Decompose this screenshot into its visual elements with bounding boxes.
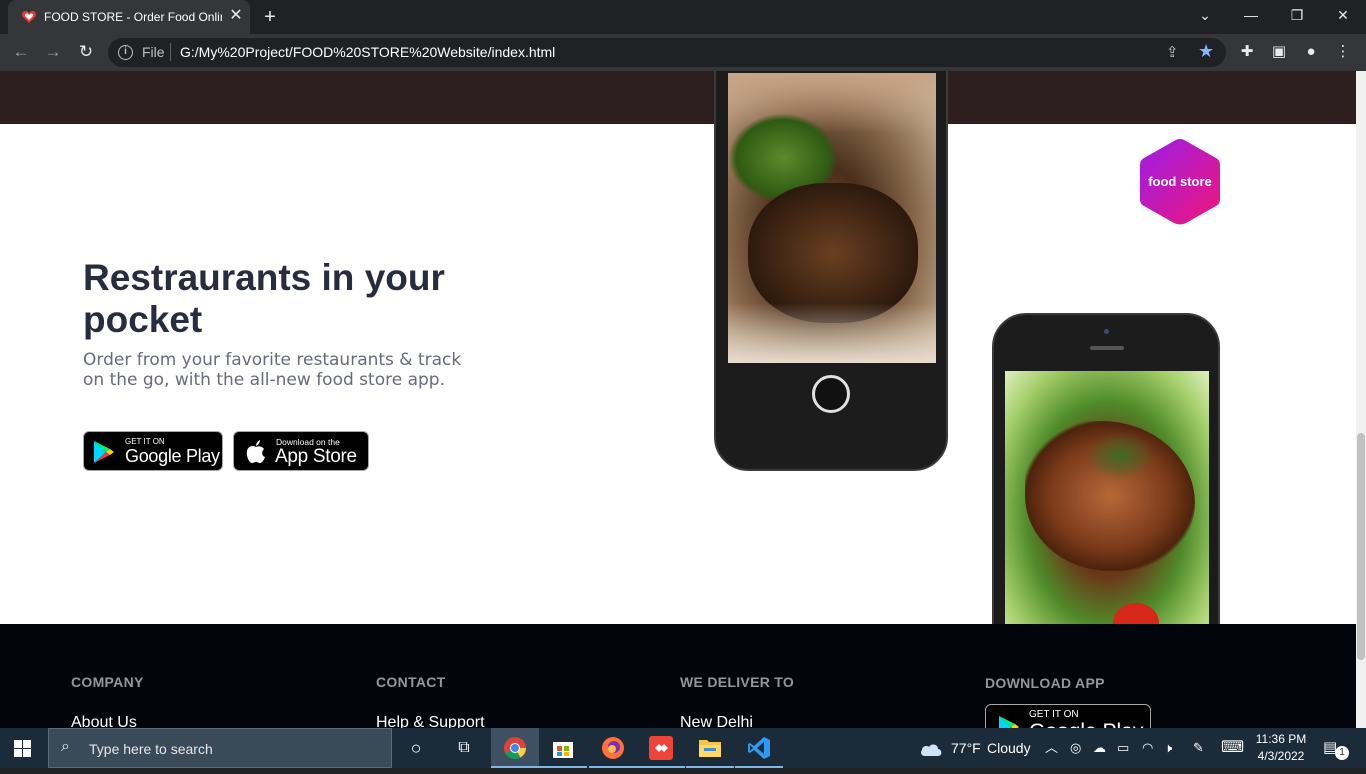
profile-icon[interactable]: ● xyxy=(1298,39,1324,65)
tab-search-icon[interactable]: ⌄ xyxy=(1182,0,1228,32)
taskbar-search-box[interactable]: ⌕ Type here to search xyxy=(48,728,392,768)
search-placeholder: Type here to search xyxy=(89,741,213,757)
back-icon[interactable]: ← xyxy=(8,39,34,65)
wifi-icon[interactable]: ◠ xyxy=(1142,728,1153,768)
footer-link-help-support[interactable]: Help & Support xyxy=(376,714,485,728)
info-icon[interactable]: i xyxy=(118,45,133,60)
phone-mockup-1 xyxy=(714,71,948,471)
weather-temperature[interactable]: 77°F xyxy=(951,728,981,768)
forward-icon[interactable]: → xyxy=(40,39,66,65)
restore-icon[interactable]: ❐ xyxy=(1274,0,1320,32)
app-store-button[interactable]: Download on the App Store xyxy=(233,431,369,471)
google-play-icon xyxy=(999,716,1019,728)
anydesk-taskbar-icon[interactable] xyxy=(637,728,685,768)
cloudy-weather-icon[interactable] xyxy=(918,738,944,758)
url-text[interactable]: G:/My%20Project/FOOD%20STORE%20Website/i… xyxy=(180,44,555,60)
cortana-icon[interactable]: ○ xyxy=(392,728,440,768)
vscode-taskbar-icon[interactable] xyxy=(735,728,783,768)
dill-garnish xyxy=(1085,431,1155,481)
notification-count-badge: 1 xyxy=(1335,746,1349,760)
header-band xyxy=(0,71,1356,124)
food-store-logo: food store xyxy=(1140,139,1220,225)
scheme-label: File xyxy=(142,44,165,60)
home-button xyxy=(812,375,850,413)
browser-tab[interactable]: FOOD STORE - Order Food Online ✕ xyxy=(8,0,250,34)
windows-taskbar: ⌕ Type here to search ○ ⧉ 77°F Cloudy ︿ … xyxy=(0,728,1366,768)
salmon-food-image xyxy=(1005,371,1209,631)
google-play-label: Google Play xyxy=(125,446,220,466)
footer-heading-deliver: WE DELIVER TO xyxy=(680,674,795,690)
webcam-icon[interactable]: ◎ xyxy=(1070,728,1081,768)
volume-muted-icon[interactable]: 🕨 xyxy=(1164,728,1172,768)
share-icon[interactable]: ⇪ xyxy=(1166,43,1179,61)
hero-headline: Restraurants in your pocket xyxy=(83,257,445,340)
windows-start-icon[interactable] xyxy=(14,740,31,757)
plate-edge xyxy=(728,303,936,363)
page-scrollbar[interactable] xyxy=(1356,71,1366,728)
footer-heading-contact: CONTACT xyxy=(376,674,446,690)
scrollbar-thumb[interactable] xyxy=(1357,433,1365,660)
logo-text: food store xyxy=(1148,174,1212,189)
reload-icon[interactable]: ↻ xyxy=(73,39,99,65)
steak-piece xyxy=(748,183,918,323)
earpiece-speaker xyxy=(1090,346,1124,350)
google-play-button[interactable]: GET IT ON Google Play xyxy=(83,431,223,471)
weather-description[interactable]: Cloudy xyxy=(987,728,1031,768)
omnibox-divider xyxy=(170,43,171,61)
apple-icon xyxy=(246,440,265,463)
search-icon: ⌕ xyxy=(61,738,70,755)
google-play-small-text: GET IT ON xyxy=(125,437,165,446)
address-bar[interactable]: i File G:/My%20Project/FOOD%20STORE%20We… xyxy=(108,38,1226,67)
browser-toolbar: ← → ↻ i File G:/My%20Project/FOOD%20STOR… xyxy=(0,34,1366,71)
window-close-icon[interactable]: ✕ xyxy=(1320,0,1366,32)
system-clock[interactable]: 11:36 PM 4/3/2022 xyxy=(1250,731,1312,765)
heart-favicon-icon xyxy=(21,11,37,23)
footer-link-new-delhi[interactable]: New Delhi xyxy=(680,714,753,728)
site-footer: COMPANY CONTACT WE DELIVER TO DOWNLOAD A… xyxy=(0,624,1356,728)
footer-google-play-button[interactable]: GET IT ON Google Play xyxy=(985,704,1151,728)
side-panel-icon[interactable]: ▣ xyxy=(1266,39,1292,65)
footer-badge-label: Google Play xyxy=(1029,720,1143,728)
onedrive-cloud-icon[interactable]: ☁ xyxy=(1093,728,1106,768)
bookmark-star-icon[interactable]: ★ xyxy=(1198,41,1214,62)
pen-icon[interactable]: ✎ xyxy=(1193,728,1204,768)
battery-icon[interactable]: ▭ xyxy=(1117,728,1129,768)
app-store-label: App Store xyxy=(275,446,357,467)
keyboard-icon[interactable]: ⌨ xyxy=(1221,728,1244,768)
google-play-icon xyxy=(94,441,114,463)
menu-icon[interactable]: ⋮ xyxy=(1330,39,1356,65)
front-camera xyxy=(1104,329,1109,334)
file-explorer-taskbar-icon[interactable] xyxy=(686,728,734,768)
tab-title: FOOD STORE - Order Food Online xyxy=(44,10,222,24)
notification-center-icon[interactable]: ▤ 1 xyxy=(1323,738,1349,760)
minimize-icon[interactable]: — xyxy=(1228,0,1274,32)
footer-heading-company: COMPANY xyxy=(71,674,144,690)
tray-overflow-chevron-icon[interactable]: ︿ xyxy=(1045,728,1058,768)
clock-date: 4/3/2022 xyxy=(1257,749,1305,763)
store-taskbar-icon[interactable] xyxy=(539,728,587,768)
chrome-taskbar-icon[interactable] xyxy=(491,728,539,768)
page-viewport: Restraurants in your pocket Order from y… xyxy=(0,71,1356,728)
footer-link-about-us[interactable]: About Us xyxy=(71,714,137,728)
task-view-icon[interactable]: ⧉ xyxy=(440,728,488,768)
tab-close-icon[interactable]: ✕ xyxy=(227,7,245,25)
extensions-icon[interactable]: ✚ xyxy=(1234,39,1260,65)
steak-food-image xyxy=(728,73,936,363)
footer-heading-download: DOWNLOAD APP xyxy=(985,675,1105,691)
firefox-taskbar-icon[interactable] xyxy=(589,728,637,768)
hero-subtitle: Order from your favorite restaurants & t… xyxy=(83,350,462,390)
new-tab-button[interactable]: + xyxy=(258,5,282,29)
clock-time: 11:36 PM xyxy=(1255,732,1307,746)
footer-badge-small-text: GET IT ON xyxy=(1029,709,1079,720)
tab-strip: FOOD STORE - Order Food Online ✕ + ⌄ — ❐… xyxy=(0,0,1366,34)
